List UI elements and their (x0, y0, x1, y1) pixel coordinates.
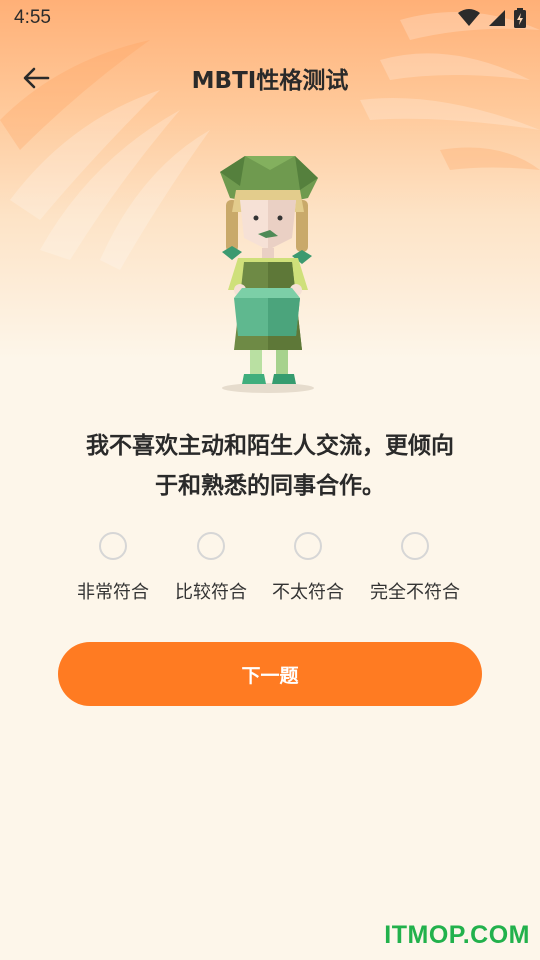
watermark-logo: ITMOP.COM (384, 921, 530, 949)
radio-button[interactable] (99, 532, 127, 560)
radio-button[interactable] (401, 532, 429, 560)
option-label: 非常符合 (77, 582, 149, 603)
arrow-left-icon (23, 67, 50, 89)
option-not-quite-match[interactable]: 不太符合 (258, 532, 358, 612)
option-very-match[interactable]: 非常符合 (63, 532, 163, 612)
option-not-match-at-all[interactable]: 完全不符合 (365, 532, 465, 612)
back-button[interactable] (20, 62, 52, 94)
page-title: MBTI性格测试 (191, 68, 349, 94)
app-header: MBTI性格测试 (0, 50, 540, 106)
wifi-icon (458, 9, 480, 26)
battery-charging-icon (514, 8, 526, 28)
next-question-button[interactable]: 下一题 (58, 642, 482, 706)
status-icons (458, 8, 526, 28)
answer-options: 非常符合 比较符合 不太符合 完全不符合 (60, 532, 480, 612)
radio-button[interactable] (294, 532, 322, 560)
status-bar: 4:55 (0, 0, 540, 36)
question-line-1: 我不喜欢主动和陌生人交流，更倾向 (86, 433, 454, 459)
question-line-2: 于和熟悉的同事合作。 (155, 473, 385, 499)
question-text: 我不喜欢主动和陌生人交流，更倾向 于和熟悉的同事合作。 (40, 426, 500, 506)
option-fairly-match[interactable]: 比较符合 (161, 532, 261, 612)
radio-button[interactable] (197, 532, 225, 560)
option-label: 比较符合 (175, 582, 247, 603)
option-label: 完全不符合 (370, 582, 460, 603)
signal-icon (489, 10, 505, 26)
option-label: 不太符合 (272, 582, 344, 603)
character-illustration (200, 150, 340, 400)
girl-with-box-image (220, 156, 318, 393)
status-time: 4:55 (14, 7, 51, 28)
